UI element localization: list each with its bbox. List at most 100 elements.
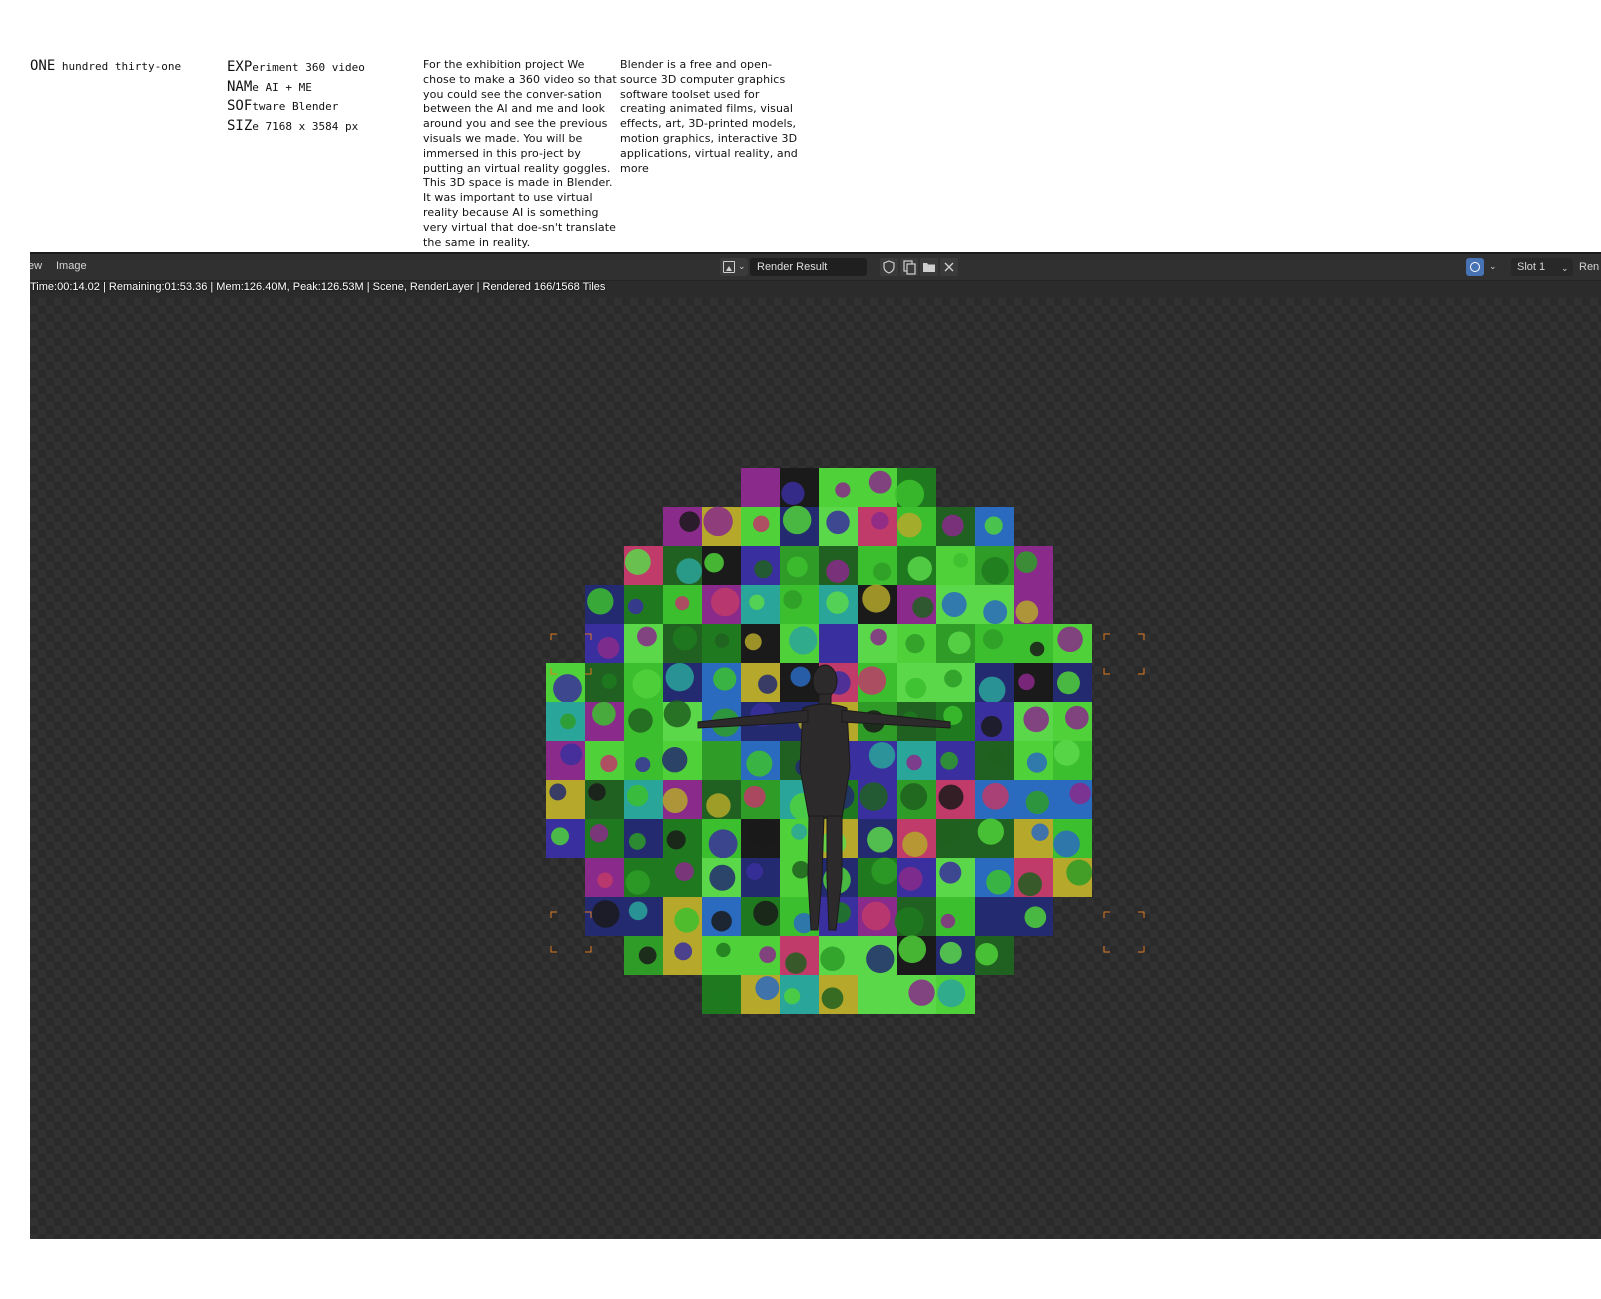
corner-marker [1103,633,1145,675]
render-tile-blob [635,756,651,773]
render-tile-blob [786,556,808,578]
render-tile-blob [672,625,698,651]
render-tile-blob [953,553,968,568]
render-tile-blob [1026,752,1048,773]
render-tile-blob [710,748,733,771]
render-tile-blob [783,590,803,609]
unlink-button[interactable] [940,258,958,276]
slot-select[interactable]: Slot 1 ⌄ [1511,258,1573,276]
render-tile-blob [716,942,731,958]
render-tile-blob [982,629,1004,650]
render-tile-blob [857,666,887,695]
render-tile-blob [710,587,740,617]
render-tile-blob [679,511,700,532]
duplicate-button[interactable] [900,258,918,276]
folder-icon [923,263,935,272]
render-tile-blob [591,900,620,928]
render-tile-blob [977,818,1004,845]
render-tile-blob [939,941,962,964]
render-tile-blob [1018,673,1035,691]
render-tile-blob [907,556,932,581]
render-tile-blob [939,861,962,884]
meta-name: NAMe AI + ME [227,78,365,98]
render-layer-select[interactable]: Ren [1577,258,1601,276]
render-tile-blob [753,515,770,533]
render-tile-blob [978,676,1006,704]
render-tile-blob [714,633,730,648]
chevron-down-icon[interactable]: ⌄ [1489,261,1497,272]
meta-name-value: e AI + ME [252,80,312,94]
render-tile-blob [898,935,927,964]
close-icon [944,262,954,272]
render-tile-blob [833,628,854,649]
render-tile-blob [983,600,1008,625]
project-description: For the exhibition project We chose to m… [423,58,617,249]
render-tile-blob [987,747,1006,766]
render-tile-blob [872,562,892,581]
render-tile-blob [870,628,887,646]
render-tile-blob [898,866,923,891]
render-tile-blob [947,631,971,655]
render-tile-blob [663,700,691,728]
render-tile-blob [785,952,807,974]
meta-size-value: e 7168 x 3584 px [252,119,359,133]
render-tile-blob [868,742,896,769]
image-browse-button[interactable]: ⌄ [720,258,748,276]
blender-description: Blender is a free and open-source 3D com… [620,58,798,175]
render-tile-blob [709,864,736,891]
shield-icon [883,260,895,274]
render-tile-blob [628,833,646,850]
render-canvas[interactable] [30,298,1601,1239]
render-tile-blob [900,783,928,811]
image-name-field[interactable]: Render Result [750,258,867,276]
render-tile-blob [1057,626,1083,653]
render-tile-blob [1057,671,1080,695]
render-tile-blob [560,713,576,730]
menu-image[interactable]: Image [56,260,87,272]
render-tile-blob [625,870,651,895]
render-tile-blob [782,505,812,535]
render-tile-blob [665,662,694,692]
render-tile-blob [628,708,653,733]
render-tile-blob [908,979,935,1006]
render-tile-blob [859,782,888,811]
render-tile-blob [632,669,662,699]
render-tile-blob [984,516,1003,535]
render-tile-blob [755,976,780,1001]
render-tile-blob [938,784,964,810]
render-tile-blob [944,669,962,688]
render-tile-blob [868,979,885,996]
render-tile-blob [940,751,958,770]
project-number-big: ONE [30,58,56,74]
overlay-icon[interactable] [1466,258,1484,276]
render-tile-blob [826,591,849,614]
render-tile-blob [754,560,773,579]
render-tile-blob [706,793,731,818]
render-tile-blob [662,747,688,773]
menu-view[interactable]: ew [30,260,42,272]
render-tile-blob [746,863,764,880]
render-tile-blob [587,588,614,615]
render-tile-blob [743,785,766,808]
render-tile-blob [704,552,724,573]
render-tile-blob [589,824,609,843]
render-tile-blob [861,901,891,931]
render-tile-blob [744,633,762,651]
open-image-button[interactable] [920,258,938,276]
meta-size: SIZe 7168 x 3584 px [227,117,365,137]
render-tile-blob [1029,641,1045,657]
render-tile-blob [867,826,893,853]
render-tile-blob [940,913,956,929]
meta-name-key: NAM [227,78,253,95]
render-tile-blob [820,946,845,972]
render-tile-blob [710,985,733,1008]
image-icon [723,261,735,273]
render-tile-blob [821,987,844,1010]
render-tile-blob [980,715,1003,738]
editor-header: ew Image ⌄ Render Result ⌄ Slot 1 ⌄ Ren [30,254,1601,281]
fake-user-button[interactable] [880,258,898,276]
render-tile-blob [894,907,924,937]
render-tile-blob [1015,551,1038,573]
project-meta: EXPeriment 360 video NAMe AI + ME SOFtwa… [227,58,365,136]
render-tile-blob [912,596,934,618]
